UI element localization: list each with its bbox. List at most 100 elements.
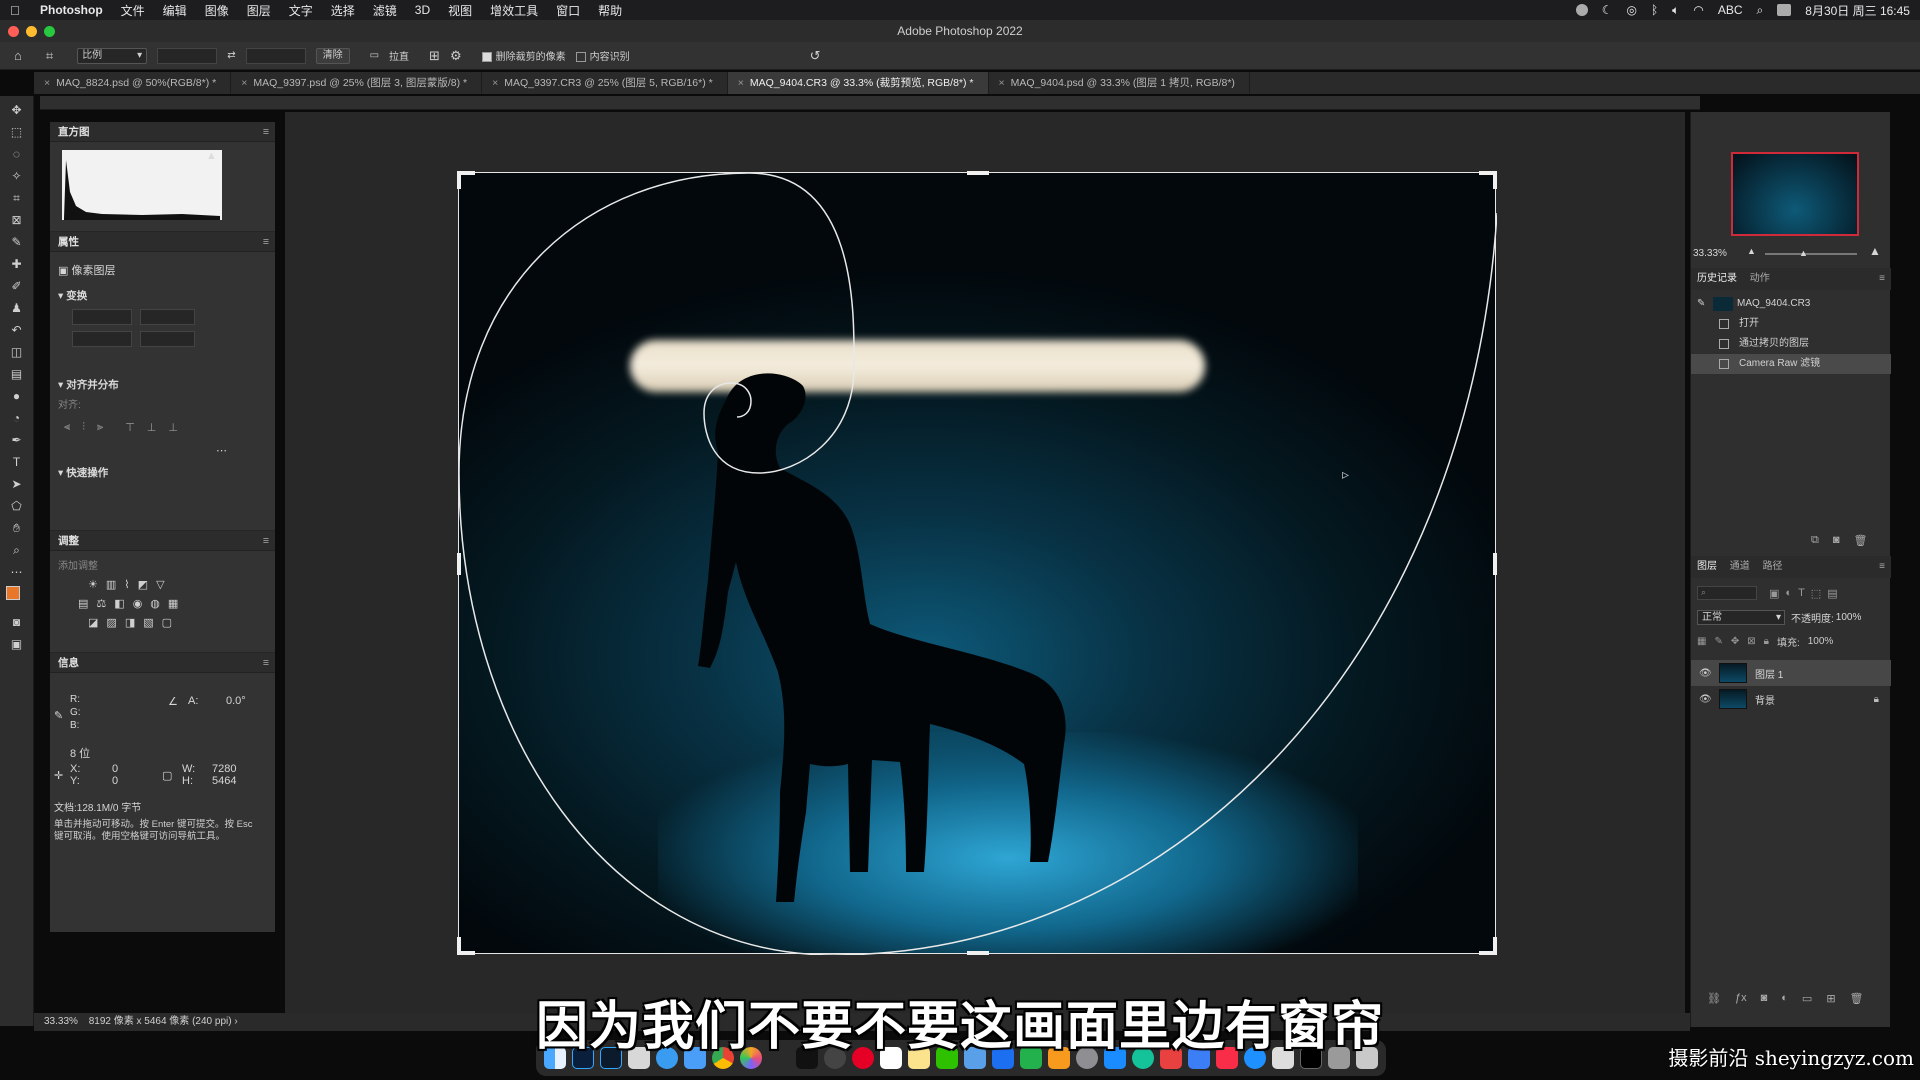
spotlight-icon[interactable]: ⌕ [1757, 3, 1764, 18]
move-tool-icon[interactable]: ✥ [6, 102, 28, 118]
delete-state-icon[interactable]: 🗑︎ [1854, 534, 1868, 547]
align-right-icon[interactable]: ⫸ [97, 421, 103, 434]
filter-adjustment-icon[interactable]: ◐ [1785, 587, 1792, 599]
close-tab-icon[interactable]: × [241, 77, 247, 89]
color-balance-icon[interactable]: ⚖ [96, 597, 106, 610]
transform-height-field[interactable] [72, 331, 132, 347]
lock-position-icon[interactable]: ✥ [1731, 636, 1739, 647]
properties-panel-header[interactable]: 属性 ≡ [50, 232, 275, 252]
close-tab-icon[interactable]: × [738, 77, 744, 89]
tab-actions[interactable]: 动作 [1750, 273, 1770, 284]
histogram-panel-header[interactable]: 直方图 ≡ [50, 122, 275, 142]
menu-window[interactable]: 窗口 [556, 2, 580, 19]
panel-menu-icon[interactable]: ≡ [263, 653, 269, 673]
navigator-thumbnail[interactable] [1731, 152, 1859, 236]
filter-type-icon[interactable]: T [1798, 587, 1805, 599]
align-top-icon[interactable]: ⊤ [125, 421, 135, 434]
layer-row-background[interactable]: 👁︎ 背景 🔒︎ [1691, 686, 1891, 712]
crop-handle-top[interactable] [967, 171, 989, 175]
frame-tool-icon[interactable]: ⊠ [6, 212, 28, 228]
wifi-icon[interactable]: ◠ [1693, 3, 1703, 17]
posterize-icon[interactable]: ▨ [106, 616, 116, 629]
navigator-zoom-value[interactable]: 33.33% [1693, 248, 1727, 259]
type-tool-icon[interactable]: T [6, 454, 28, 470]
levels-icon[interactable]: ▥ [106, 578, 116, 591]
eye-visibility-icon[interactable]: 👁︎ [1699, 694, 1712, 705]
marquee-tool-icon[interactable]: ⬚ [6, 124, 28, 140]
menu-type[interactable]: 文字 [289, 2, 313, 19]
zoom-out-icon[interactable]: ▲ [1747, 246, 1756, 256]
zoom-slider-thumb[interactable]: ▲ [1799, 248, 1808, 258]
close-window-button[interactable] [8, 26, 19, 37]
snapshot-camera-icon[interactable]: ◙ [1833, 534, 1840, 547]
bluetooth-icon[interactable]: ᛒ [1651, 3, 1658, 17]
shape-tool-icon[interactable]: ⬠ [6, 498, 28, 514]
menu-file[interactable]: 文件 [121, 2, 145, 19]
gradient-map-icon[interactable]: ▧ [143, 616, 153, 629]
align-center-icon[interactable]: ⫶ [82, 421, 85, 434]
transform-section-toggle[interactable]: ▾ 变换 [58, 288, 267, 303]
brush-tool-icon[interactable]: ✐ [6, 278, 28, 294]
exposure-icon[interactable]: ◩ [138, 578, 148, 591]
crop-handle-top-left[interactable] [457, 171, 461, 189]
zoom-in-icon[interactable]: ▲ [1869, 244, 1881, 258]
lock-pixels-icon[interactable]: ✎ [1714, 636, 1722, 647]
clock[interactable]: 8月30日 周三 16:45 [1805, 2, 1910, 19]
more-options-icon[interactable]: ⋯ [58, 444, 227, 457]
history-brush-source-icon[interactable]: ✎ [1697, 294, 1705, 314]
brightness-icon[interactable]: ☀ [88, 578, 98, 591]
tab-channels[interactable]: 通道 [1730, 561, 1750, 572]
crop-handle-right[interactable] [1493, 553, 1497, 575]
zoom-window-button[interactable] [44, 26, 55, 37]
opacity-value[interactable]: 100% [1836, 612, 1862, 623]
filter-pixel-icon[interactable]: ▣ [1769, 587, 1779, 600]
quick-actions-toggle[interactable]: ▾ 快速操作 [58, 465, 267, 480]
delete-cropped-checkbox[interactable]: 删除裁剪的像素 [481, 48, 566, 63]
clear-button[interactable]: 清除 [315, 47, 350, 64]
tab-paths[interactable]: 路径 [1763, 561, 1783, 572]
filter-shape-icon[interactable]: ⬚ [1811, 587, 1821, 600]
eyedropper-tool-icon[interactable]: ✎ [6, 234, 28, 250]
tab-document-3[interactable]: × MAQ_9397.CR3 @ 25% (图层 5, RGB/16*) * [482, 72, 728, 94]
tab-layers[interactable]: 图层 [1697, 561, 1717, 572]
layer-search-input[interactable]: ⌕ [1697, 586, 1757, 600]
selective-color-icon[interactable]: ▢ [162, 616, 172, 629]
creative-cloud-icon[interactable]: ◎ [1626, 3, 1636, 17]
menu-edit[interactable]: 编辑 [163, 2, 187, 19]
menu-plugins[interactable]: 增效工具 [490, 2, 538, 19]
crop-tool-icon[interactable]: ⌗ [6, 190, 28, 206]
clone-stamp-tool-icon[interactable]: ♟ [6, 300, 28, 316]
horizontal-ruler[interactable] [40, 96, 1700, 110]
reset-icon[interactable]: ↺ [810, 48, 821, 64]
pen-tool-icon[interactable]: ✒ [6, 432, 28, 448]
crop-tool-preset-icon[interactable]: ⌗ [46, 48, 53, 64]
screen-mode-icon[interactable]: ▣ [6, 636, 28, 652]
menu-view[interactable]: 视图 [448, 2, 472, 19]
home-icon[interactable]: ⌂ [14, 48, 22, 63]
navigator-zoom-slider[interactable] [1765, 253, 1857, 255]
control-center-icon[interactable] [1777, 4, 1792, 16]
black-white-icon[interactable]: ◧ [114, 597, 124, 610]
quick-mask-icon[interactable]: ◙ [6, 614, 28, 630]
close-tab-icon[interactable]: × [44, 77, 50, 89]
align-left-icon[interactable]: ⫷ [64, 421, 70, 434]
crop-handle-bottom[interactable] [967, 951, 989, 955]
crop-box[interactable] [457, 171, 1497, 955]
align-bottom-icon[interactable]: ⊥ [168, 421, 178, 434]
layer-row-layer-1[interactable]: 👁︎ 图层 1 [1691, 660, 1891, 686]
history-snapshot[interactable]: ✎ MAQ_9404.CR3 [1691, 294, 1891, 314]
lasso-tool-icon[interactable]: ◌ [6, 146, 28, 162]
content-aware-checkbox[interactable]: 内容识别 [575, 48, 630, 63]
close-tab-icon[interactable]: × [492, 77, 498, 89]
menu-select[interactable]: 选择 [331, 2, 355, 19]
lock-transparent-icon[interactable]: ▦ [1697, 636, 1706, 647]
info-panel-header[interactable]: 信息 ≡ [50, 653, 275, 673]
crop-handle-left[interactable] [457, 553, 461, 575]
history-step-layer-via-copy[interactable]: 通过拷贝的图层 [1691, 334, 1891, 354]
menu-3d[interactable]: 3D [415, 3, 430, 17]
tab-document-4-active[interactable]: × MAQ_9404.CR3 @ 33.3% (裁剪预览, RGB/8*) * [727, 72, 989, 94]
curves-icon[interactable]: ⌇ [124, 578, 129, 591]
transform-width-field[interactable] [72, 309, 132, 325]
tab-document-2[interactable]: × MAQ_9397.psd @ 25% (图层 3, 图层蒙版/8) * [231, 72, 483, 94]
input-method[interactable]: ABC [1718, 3, 1743, 17]
